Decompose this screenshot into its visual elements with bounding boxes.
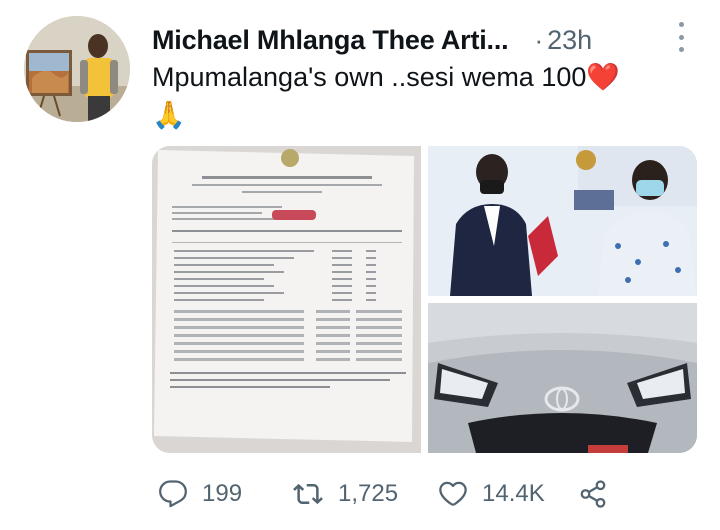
pray-emoji: 🙏 <box>152 100 186 130</box>
heart-emoji: ❤️ <box>586 62 620 92</box>
reply-icon <box>159 480 187 508</box>
like-button[interactable]: 14.4K <box>438 479 545 509</box>
retweet-count: 1,725 <box>338 480 399 507</box>
like-icon <box>439 481 467 506</box>
separator-dot: · <box>534 24 544 55</box>
retweet-button[interactable]: 1,725 <box>292 479 398 509</box>
tweet-time[interactable]: 23h <box>547 25 592 56</box>
action-bar: 199 1,725 14.4K <box>152 472 712 516</box>
avatar-photo <box>24 16 130 122</box>
avatar[interactable] <box>24 16 130 122</box>
tweet-body: Mpumalanga's own ..sesi wema 100 <box>152 62 587 92</box>
car-image[interactable] <box>428 303 697 453</box>
students-photo <box>428 146 697 296</box>
retweet-icon <box>293 483 323 505</box>
more-icon[interactable] <box>676 22 686 52</box>
share-button[interactable] <box>578 479 608 509</box>
certificate-photo <box>152 146 421 453</box>
like-count: 14.4K <box>482 480 545 507</box>
certificate-image[interactable] <box>152 146 421 453</box>
car-photo <box>428 303 697 453</box>
media-grid <box>152 146 697 453</box>
reply-count: 199 <box>202 480 243 507</box>
author-name[interactable]: Michael Mhlanga Thee Arti... <box>152 25 509 56</box>
reply-button[interactable]: 199 <box>158 479 242 509</box>
students-image[interactable] <box>428 146 697 296</box>
tweet-header: Michael Mhlanga Thee Arti... · 23h <box>152 20 700 60</box>
share-icon <box>580 480 606 508</box>
tweet-text: Mpumalanga's own ..sesi wema 100❤️ 🙏 <box>152 60 692 132</box>
